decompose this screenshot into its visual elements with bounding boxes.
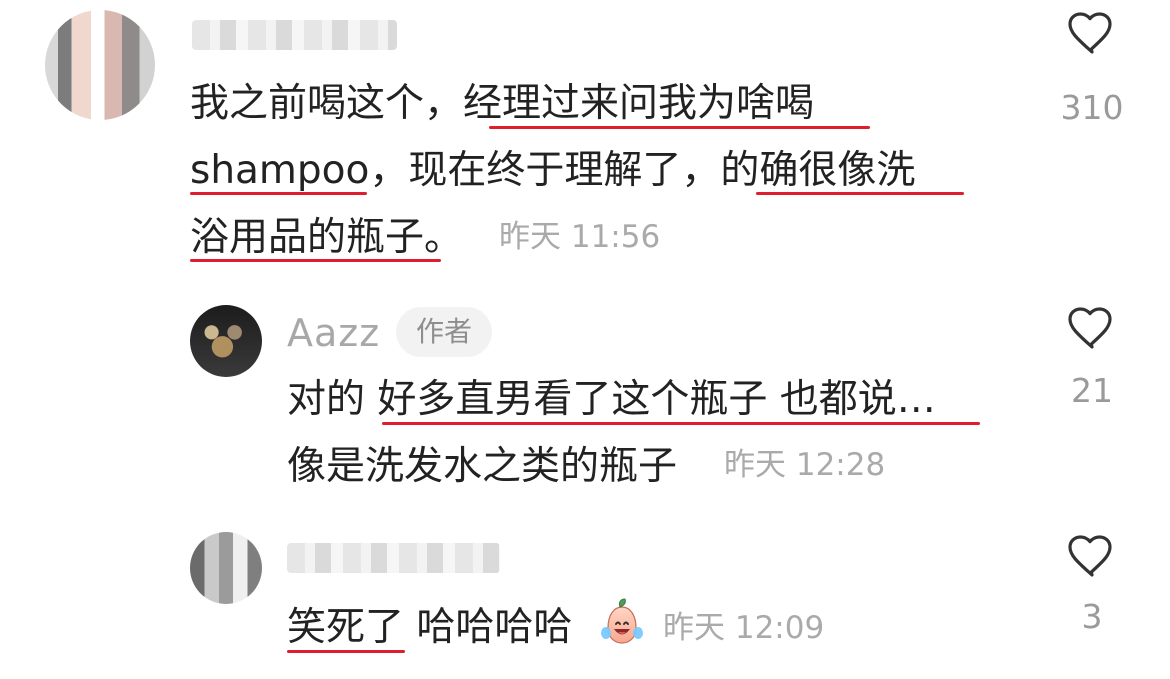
author-avatar[interactable]	[190, 305, 262, 377]
heart-outline-icon	[1068, 12, 1112, 54]
like-count: 310	[1060, 88, 1124, 127]
timestamp: 昨天 11:56	[499, 219, 661, 255]
like-button[interactable]: 3	[1062, 535, 1122, 635]
like-count: 21	[1071, 371, 1113, 410]
highlight-underline	[489, 126, 870, 129]
highlight-underline	[287, 650, 405, 653]
timestamp: 昨天 12:28	[724, 447, 886, 483]
highlight-underline	[190, 259, 441, 262]
user-avatar[interactable]	[45, 10, 155, 120]
heart-outline-icon	[1068, 307, 1112, 349]
user-avatar[interactable]	[190, 532, 262, 604]
comment-line: 像是洗发水之类的瓶子	[287, 444, 678, 489]
author-name[interactable]: Aazz	[287, 311, 380, 355]
like-button[interactable]: 310	[1061, 12, 1124, 126]
author-badge: 作者	[396, 307, 492, 357]
highlight-underline	[756, 192, 964, 195]
like-count: 3	[1081, 597, 1103, 636]
timestamp: 昨天 12:09	[663, 610, 825, 646]
blurred-username[interactable]	[192, 20, 397, 50]
highlight-underline	[190, 192, 367, 195]
heart-outline-icon	[1068, 535, 1112, 577]
like-button[interactable]: 21	[1062, 307, 1122, 410]
highlight-underline	[382, 422, 980, 425]
laughing-with-tears-emoji-icon	[601, 598, 643, 644]
blurred-username[interactable]	[287, 543, 500, 573]
